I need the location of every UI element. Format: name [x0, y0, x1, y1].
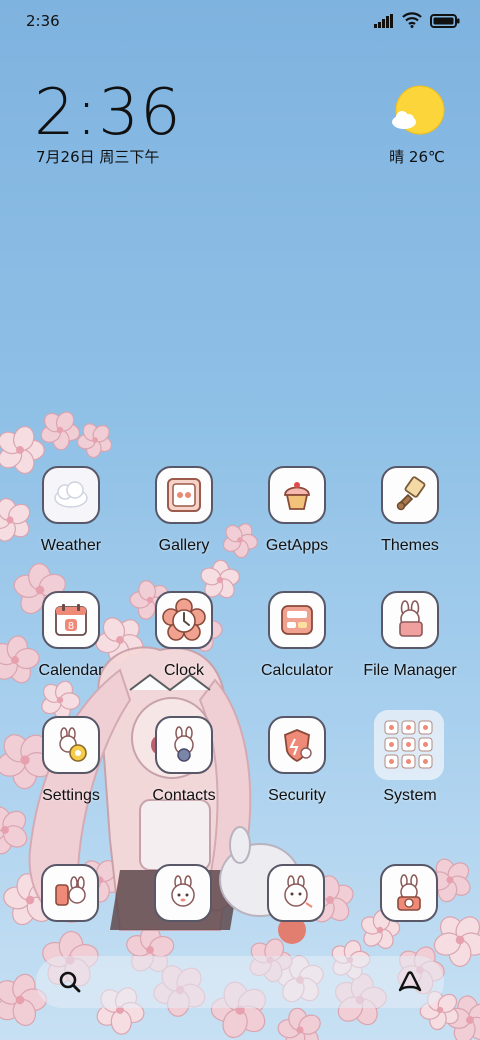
- app-weather[interactable]: Weather: [15, 466, 127, 576]
- status-bar: 2:36: [0, 0, 480, 42]
- cloud-icon: [42, 466, 100, 524]
- search-bar[interactable]: [36, 956, 444, 1008]
- home-date[interactable]: 7月26日 周三下午: [36, 146, 159, 167]
- folder-icon: [374, 710, 444, 780]
- flower-clock-icon: [155, 591, 213, 649]
- blossom-flower: [277, 1007, 321, 1040]
- browser-bunny-icon: [267, 864, 325, 922]
- bunny-contacts-icon: [155, 716, 213, 774]
- dock-browser[interactable]: [267, 864, 329, 926]
- signal-icon: [374, 13, 394, 32]
- app-calculator[interactable]: Calculator: [241, 591, 353, 701]
- home-clock[interactable]: 2:36: [34, 76, 182, 150]
- phone-bunny-icon: [41, 864, 99, 922]
- cupcake-icon: [268, 466, 326, 524]
- app-security[interactable]: Security: [241, 716, 353, 826]
- dock-messages[interactable]: [154, 864, 216, 926]
- search-icon[interactable]: [58, 970, 82, 998]
- status-time: 2:36: [26, 12, 60, 30]
- blossom-flower: [76, 423, 113, 459]
- home-screen: 2:36 2:36 7月26日 周三下午 晴 26℃ Weather Galle…: [0, 0, 480, 1040]
- calendar-day: 8: [68, 621, 74, 632]
- camera-bunny-icon: [380, 864, 438, 922]
- wifi-icon: [402, 12, 422, 32]
- weather-widget[interactable]: 晴 26℃: [382, 84, 452, 168]
- app-label: Themes: [381, 537, 439, 554]
- battery-icon: [430, 13, 460, 32]
- app-clock[interactable]: Clock: [128, 591, 240, 701]
- app-file-manager[interactable]: File Manager: [354, 591, 466, 701]
- app-system-folder[interactable]: System: [348, 710, 460, 820]
- app-themes[interactable]: Themes: [354, 466, 466, 576]
- brush-icon: [381, 466, 439, 524]
- app-gallery[interactable]: Gallery: [128, 466, 240, 576]
- message-bunny-icon: [154, 864, 212, 922]
- gallery-icon: [155, 466, 213, 524]
- app-settings[interactable]: Settings: [15, 716, 127, 826]
- assistant-icon[interactable]: [396, 970, 424, 998]
- bunny-folder-icon: [381, 591, 439, 649]
- bunny-gear-icon: [42, 716, 100, 774]
- dock-camera[interactable]: [380, 864, 442, 926]
- app-getapps[interactable]: GetApps: [241, 466, 353, 576]
- app-contacts[interactable]: Contacts: [128, 716, 240, 826]
- app-label: System: [383, 787, 437, 804]
- shield-bunny-icon: [268, 716, 326, 774]
- app-label: File Manager: [363, 662, 457, 679]
- sun-cloud-icon: [390, 84, 446, 144]
- calendar-icon: 8: [42, 591, 100, 649]
- blossom-flower: [40, 411, 81, 451]
- calculator-icon: [268, 591, 326, 649]
- weather-text: 晴 26℃: [389, 148, 445, 166]
- app-calendar[interactable]: 8 Calendar: [15, 591, 127, 701]
- dock-phone[interactable]: [41, 864, 103, 926]
